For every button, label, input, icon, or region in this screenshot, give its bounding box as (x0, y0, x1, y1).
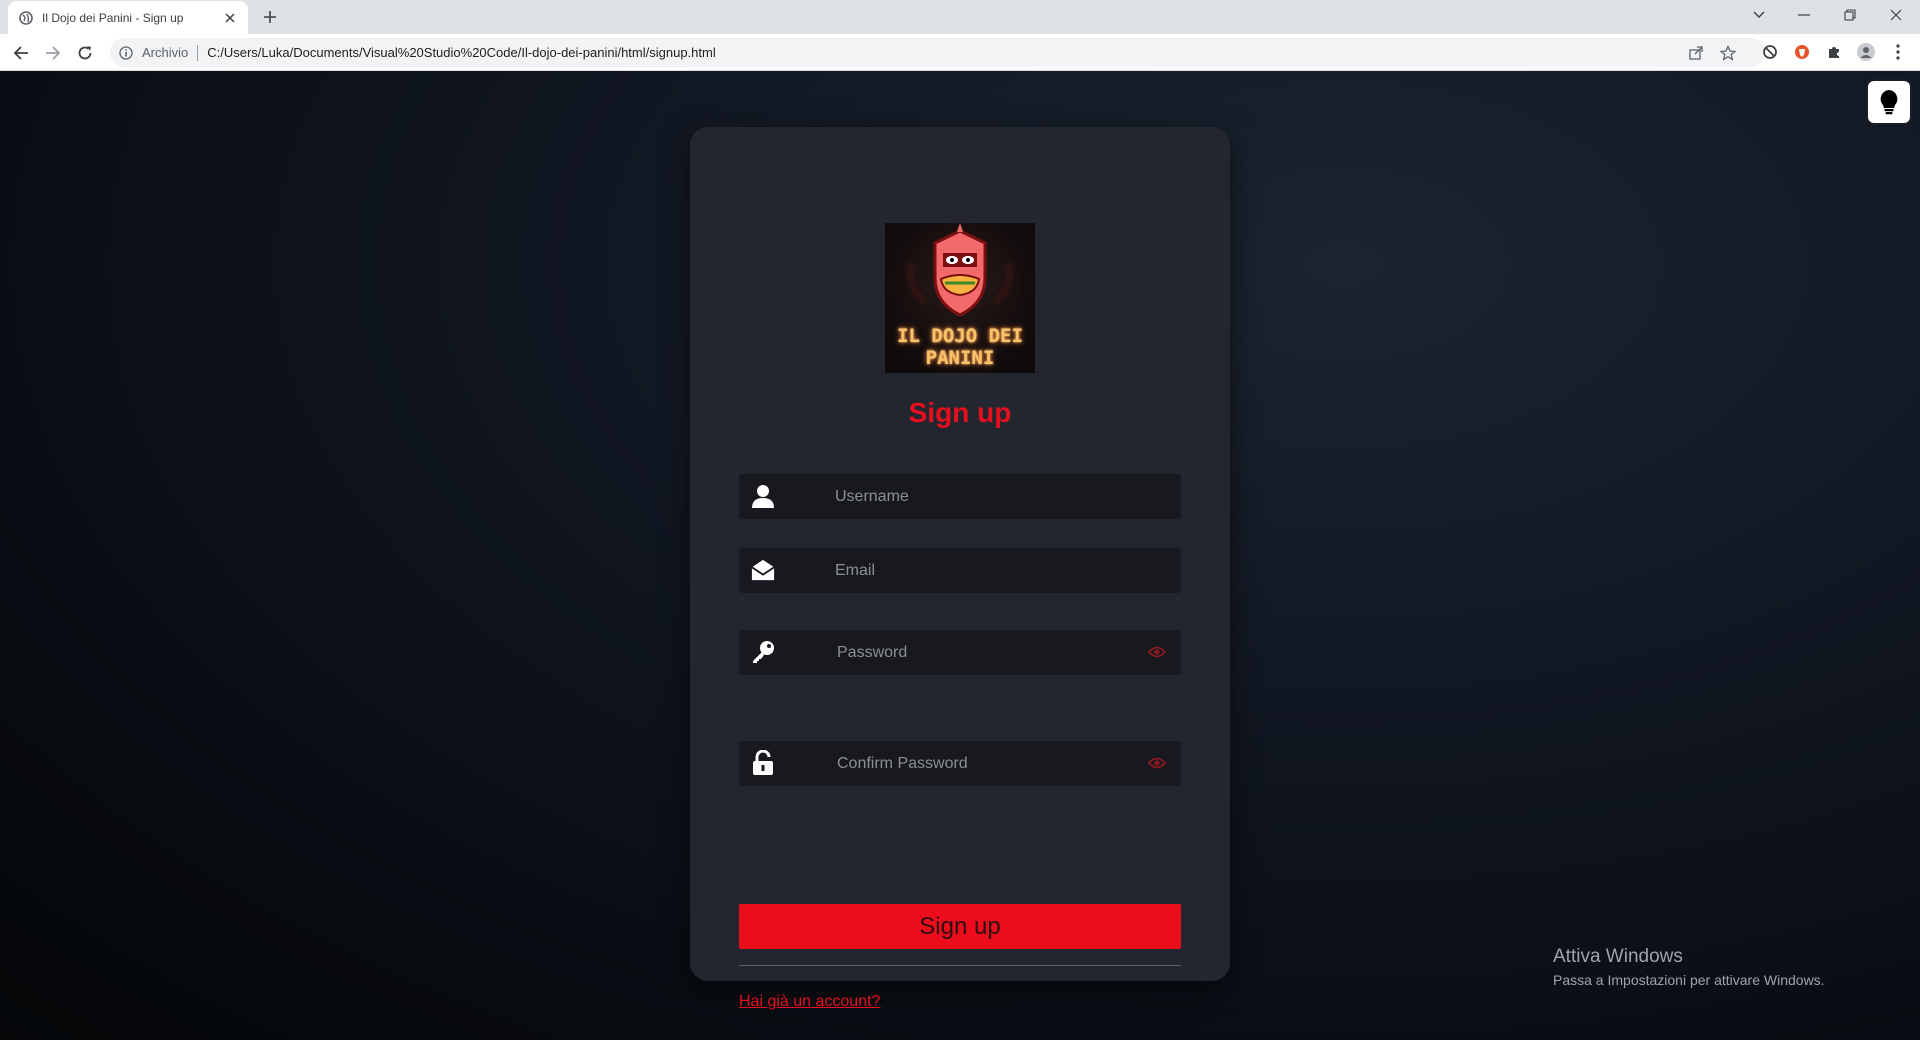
star-icon[interactable] (1718, 43, 1738, 63)
close-icon[interactable] (222, 10, 238, 26)
back-button[interactable] (9, 41, 33, 65)
username-input[interactable] (835, 474, 1135, 519)
reload-button[interactable] (73, 41, 97, 65)
tab-title: Il Dojo dei Panini - Sign up (42, 10, 184, 25)
page-title: Sign up (908, 397, 1012, 428)
logo-text: IL DOJO DEI PANINI (897, 325, 1023, 369)
confirm-password-field (739, 741, 1181, 786)
eye-icon[interactable] (1147, 755, 1167, 771)
divider (739, 965, 1181, 966)
email-input[interactable] (835, 548, 1135, 593)
windows-activation-watermark: Attiva Windows Passa a Impostazioni per … (1553, 946, 1825, 988)
address-bar[interactable]: Archivio C:/Users/Luka/Documents/Visual%… (110, 38, 1765, 67)
watermark-subtitle: Passa a Impostazioni per attivare Window… (1553, 972, 1825, 988)
unlock-icon (751, 750, 775, 775)
info-icon[interactable] (118, 45, 134, 61)
login-link[interactable]: Hai già un account? (739, 993, 880, 1011)
browser-tab-active[interactable]: Il Dojo dei Panini - Sign up (8, 1, 248, 34)
new-tab-button[interactable] (258, 6, 282, 28)
url-text[interactable]: C:/Users/Luka/Documents/Visual%20Studio%… (207, 45, 715, 60)
eye-icon[interactable] (1147, 644, 1167, 660)
tab-search-button[interactable] (1736, 0, 1782, 30)
plus-icon (264, 11, 276, 23)
watermark-title: Attiva Windows (1553, 946, 1683, 967)
page-background: IL DOJO DEI PANINI Sign up Username Emai… (0, 71, 1920, 1040)
logo-text-line2: PANINI (925, 347, 995, 369)
kebab-icon[interactable] (1888, 42, 1908, 62)
share-icon[interactable] (1686, 43, 1706, 63)
browser-toolbar: Archivio C:/Users/Luka/Documents/Visual%… (0, 34, 1920, 71)
site-logo: IL DOJO DEI PANINI (885, 223, 1035, 373)
reload-icon (78, 46, 92, 60)
minimize-icon (1798, 14, 1810, 16)
ninja-logo-icon (906, 223, 1014, 317)
email-field (739, 548, 1181, 593)
block-icon[interactable] (1760, 42, 1780, 62)
omnibox-separator (197, 44, 199, 61)
user-icon (751, 484, 775, 508)
password-input[interactable] (837, 630, 1137, 675)
minimize-button[interactable] (1781, 0, 1827, 30)
browser-tabbar: Il Dojo dei Panini - Sign up (0, 0, 1920, 34)
signup-card: IL DOJO DEI PANINI Sign up Username Emai… (690, 127, 1230, 1010)
username-field (739, 474, 1181, 519)
back-icon (13, 46, 28, 60)
lightbulb-icon (1880, 90, 1898, 115)
signup-button[interactable]: Sign up (739, 904, 1181, 949)
restore-icon (1844, 9, 1856, 21)
restore-button[interactable] (1827, 0, 1873, 30)
logo-text-line1: IL DOJO DEI (897, 325, 1023, 347)
envelope-icon (751, 558, 775, 582)
close-window-button[interactable] (1873, 0, 1919, 30)
forward-icon (46, 46, 61, 60)
close-icon (1890, 9, 1902, 21)
confirm-password-input[interactable] (837, 741, 1137, 786)
brave-icon[interactable] (1792, 42, 1812, 62)
theme-toggle-button[interactable] (1868, 81, 1910, 123)
puzzle-icon[interactable] (1824, 42, 1844, 62)
password-field (739, 630, 1181, 675)
chevron-down-icon (1753, 11, 1765, 18)
forward-button[interactable] (41, 41, 65, 65)
security-label[interactable]: Archivio (142, 45, 188, 60)
globe-icon (18, 10, 34, 26)
key-icon (751, 640, 775, 664)
profile-icon[interactable] (1856, 42, 1876, 62)
